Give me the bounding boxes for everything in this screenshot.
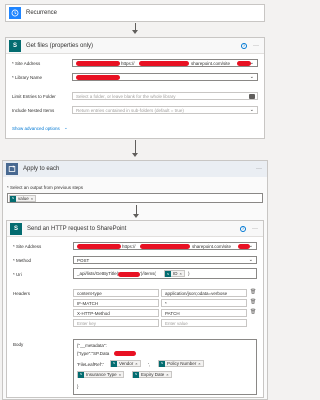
sharepoint-icon: S: [78, 371, 84, 378]
close-icon[interactable]: ×: [166, 371, 168, 378]
method-label: * Method: [13, 258, 32, 263]
connector-arrow-icon: [133, 214, 139, 218]
http-request-card: S Send an HTTP request to SharePoint ? ·…: [6, 220, 264, 398]
header-key[interactable]: content-type: [73, 289, 159, 297]
chevron-down-icon[interactable]: ⌄: [64, 125, 68, 131]
body-label: Body: [13, 342, 24, 347]
sharepoint-icon: S: [9, 39, 21, 52]
redaction: [76, 61, 120, 66]
get-files-card: S Get files (properties only) ? ··· * Si…: [5, 37, 265, 139]
body-field[interactable]: {"__metadata": {"type":"SP.Data 'FileLea…: [73, 339, 257, 395]
headers-label: Headers: [13, 291, 31, 296]
nested-items-field[interactable]: Return entries contained in sub-folders …: [72, 106, 258, 114]
connector-arrow-icon: [132, 153, 138, 157]
sharepoint-icon: S: [10, 195, 16, 202]
apply-to-each-title: Apply to each: [23, 166, 60, 172]
sharepoint-icon: S: [10, 222, 22, 235]
chevron-down-icon[interactable]: ⌄: [249, 243, 253, 249]
redaction: [77, 244, 121, 249]
site-address-label: * Site Address: [12, 61, 41, 66]
close-icon[interactable]: ×: [135, 360, 137, 367]
site-address-field[interactable]: https:// sharepoint.com/site ⌄: [72, 59, 258, 67]
connector-arrow-icon: [132, 30, 138, 34]
site-address-label: * Site Address: [13, 244, 42, 249]
loop-icon: [6, 163, 18, 175]
redaction: [76, 75, 120, 80]
library-name-field[interactable]: ⌄: [72, 73, 258, 81]
redaction: [118, 272, 140, 277]
close-icon[interactable]: ×: [198, 360, 200, 367]
select-output-label: * Select an output from previous steps: [7, 185, 84, 190]
header-value[interactable]: *: [161, 299, 247, 307]
chevron-down-icon[interactable]: ⌄: [250, 60, 254, 66]
more-options-icon[interactable]: ···: [252, 226, 258, 232]
recurrence-card[interactable]: Recurrence: [5, 4, 265, 22]
more-options-icon[interactable]: ···: [256, 166, 262, 172]
http-request-title: Send an HTTP request to SharePoint: [27, 225, 127, 232]
apply-to-each-card: Apply to each ··· * Select an output fro…: [2, 160, 268, 400]
apply-to-each-header[interactable]: Apply to each ···: [3, 161, 267, 177]
header-value[interactable]: PATCH: [161, 309, 247, 317]
close-icon[interactable]: ×: [119, 371, 121, 378]
vendor-token[interactable]: S Vendor ×: [110, 360, 141, 367]
uri-label: * Uri: [13, 272, 22, 277]
insurance-type-token[interactable]: S Insurance Type ×: [77, 371, 125, 378]
close-icon[interactable]: ×: [31, 195, 33, 202]
delete-icon[interactable]: 🗑: [250, 289, 256, 295]
redaction: [140, 244, 190, 249]
sharepoint-icon: S: [133, 371, 139, 378]
help-icon[interactable]: ?: [240, 225, 246, 232]
get-files-header[interactable]: S Get files (properties only) ? ···: [6, 38, 264, 54]
method-field[interactable]: POST ⌄: [73, 256, 257, 264]
more-options-icon[interactable]: ···: [253, 43, 259, 49]
site-address-field[interactable]: https:// sharepoint.com/site ⌄: [73, 242, 257, 250]
help-icon[interactable]: ?: [241, 42, 247, 49]
sharepoint-icon: S: [165, 270, 171, 277]
value-token[interactable]: S value ×: [9, 195, 37, 202]
policy-number-token[interactable]: S Policy Number ×: [158, 360, 204, 367]
expiry-date-token[interactable]: S Expiry Date ×: [132, 371, 172, 378]
header-key-input[interactable]: Enter key: [73, 319, 159, 327]
connector-line: [135, 140, 136, 154]
id-token[interactable]: S ID ×: [164, 270, 185, 277]
clock-icon: [9, 7, 21, 19]
header-key[interactable]: X-HTTP-Method: [73, 309, 159, 317]
sharepoint-icon: S: [111, 360, 117, 367]
sharepoint-icon: S: [159, 360, 165, 367]
nested-items-label: Include Nested Items: [12, 108, 55, 113]
redaction: [114, 351, 136, 356]
library-name-label: * Library Name: [12, 75, 43, 80]
show-advanced-options-link[interactable]: Show advanced options: [12, 126, 60, 131]
select-output-field[interactable]: S value ×: [7, 193, 263, 203]
redaction: [139, 61, 189, 66]
http-request-header[interactable]: S Send an HTTP request to SharePoint ? ·…: [7, 221, 263, 237]
delete-icon[interactable]: 🗑: [250, 299, 256, 305]
close-icon[interactable]: ×: [180, 269, 182, 278]
limit-folder-label: Limit Entries to Folder: [12, 94, 56, 99]
folder-icon[interactable]: [249, 94, 255, 99]
get-files-title: Get files (properties only): [26, 42, 94, 49]
chevron-down-icon[interactable]: ⌄: [250, 107, 254, 113]
limit-folder-field[interactable]: Select a folder, or leave blank for the …: [72, 92, 258, 100]
header-value-input[interactable]: Enter value: [161, 319, 247, 327]
recurrence-title: Recurrence: [26, 10, 58, 16]
chevron-down-icon[interactable]: ⌄: [250, 74, 254, 80]
uri-field[interactable]: _api/lists/GetByTitle(' ')/items( S ID ×…: [73, 268, 257, 279]
chevron-down-icon[interactable]: ⌄: [249, 257, 253, 263]
header-value[interactable]: application/json;odata=verbose: [161, 289, 247, 297]
headers-grid: content-type application/json;odata=verb…: [73, 289, 257, 333]
header-key[interactable]: IF-MATCH: [73, 299, 159, 307]
delete-icon[interactable]: 🗑: [250, 309, 256, 315]
recurrence-header[interactable]: Recurrence: [6, 5, 264, 21]
